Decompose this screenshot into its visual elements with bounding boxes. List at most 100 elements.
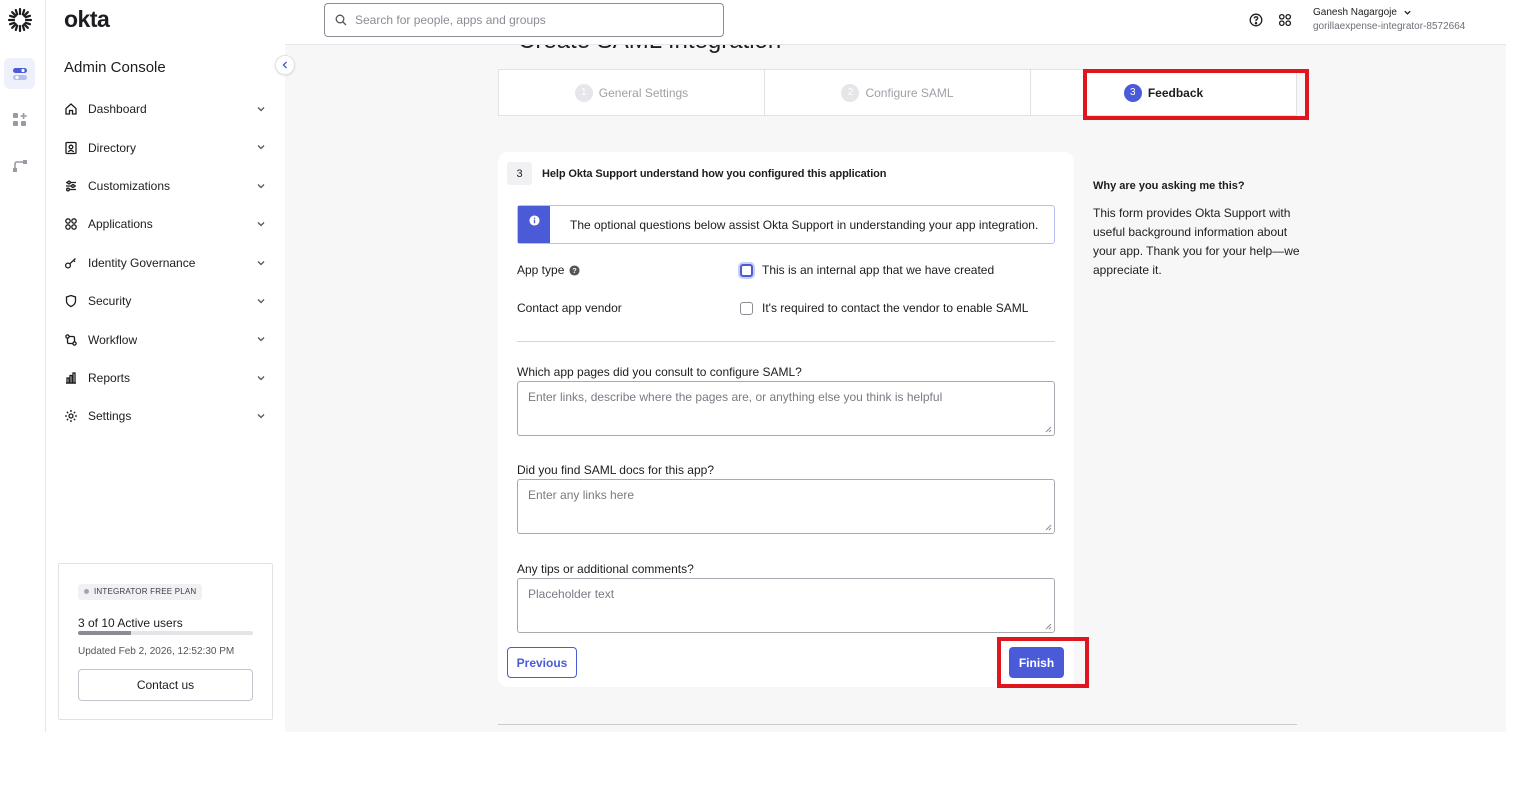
aside-body: This form provides Okta Support with use… [1093,206,1300,277]
grid-plus-icon [12,112,27,126]
shield-icon [64,294,78,308]
console-title: Admin Console [64,59,166,76]
user-org: gorillaexpense-integrator-8572664 [1313,21,1466,32]
nav-item-reports[interactable]: Reports [58,359,274,397]
contact-us-button[interactable]: Contact us [78,669,253,701]
user-menu[interactable]: Ganesh Nagargoje [1313,7,1412,18]
info-text: The optional questions below assist Okta… [570,217,1039,232]
divider [498,724,1297,725]
app-type-label: App type ? [517,263,580,277]
saml-docs-input[interactable] [518,480,1054,533]
divider [517,341,1055,342]
help-icon[interactable]: ? [569,264,580,276]
home-icon [64,102,78,116]
global-search[interactable] [324,3,724,37]
okta-sunburst-logo[interactable] [7,7,33,33]
nav-item-settings[interactable]: Settings [58,397,274,435]
sidebar: okta Admin Console Dashboard Directory C… [46,0,295,732]
admin-console-rail-button[interactable] [4,58,35,89]
wizard-stepper: 1 General Settings 2 Configure SAML 3 Fe… [498,69,1297,116]
nav-label: Applications [88,217,153,232]
step-label: General Settings [598,85,689,100]
checkbox-box[interactable] [740,263,753,277]
section-number: 3 [507,162,532,185]
okta-wordmark[interactable]: okta [64,6,110,33]
resize-grip-icon[interactable] [1045,426,1052,433]
resize-grip-icon[interactable] [1045,623,1052,630]
chevron-down-icon [257,222,265,227]
customizations-icon [64,179,78,193]
resize-grip-icon[interactable] [1045,524,1052,531]
chevron-down-icon [257,145,265,150]
gear-icon [64,409,78,423]
chevron-down-icon [257,183,265,189]
collapse-sidebar-button[interactable] [275,55,295,75]
nav-item-dashboard[interactable]: Dashboard [58,90,274,128]
applications-icon [64,217,78,231]
step-configure-saml[interactable]: 2 Configure SAML [765,70,1031,115]
nav-item-workflow[interactable]: Workflow [58,320,274,358]
plan-card: INTEGRATOR FREE PLAN 3 of 10 Active user… [58,563,273,720]
key-icon [64,256,78,270]
workflow-rail-button[interactable] [4,150,35,181]
search-input[interactable] [355,13,695,27]
comments-input[interactable] [518,579,1054,632]
top-bar: Ganesh Nagargoje gorillaexpense-integrat… [285,0,1506,45]
chevron-down-icon [257,414,265,419]
nav-label: Reports [88,370,131,385]
nav-item-security[interactable]: Security [58,282,274,320]
step-number: 3 [1123,83,1142,102]
checkbox-label: It's required to contact the vendor to e… [762,301,1029,315]
nav-label: Security [88,294,132,309]
app-pages-field[interactable] [517,381,1055,436]
app-pages-label: Which app pages did you consult to confi… [517,365,802,379]
section-title: Help Okta Support understand how you con… [542,167,887,180]
finish-button[interactable]: Finish [1009,647,1064,678]
add-apps-rail-button[interactable] [4,104,35,135]
info-icon [528,215,540,226]
info-callout: The optional questions below assist Okta… [517,205,1055,244]
contact-vendor-checkbox[interactable]: It's required to contact the vendor to e… [740,301,1028,315]
nav-item-directory[interactable]: Directory [58,128,274,166]
step-general-settings[interactable]: 1 General Settings [499,70,765,115]
user-name: Ganesh Nagargoje [1313,7,1397,18]
comments-field[interactable] [517,578,1055,633]
main-nav: Dashboard Directory Customizations Appli… [58,90,274,436]
step-feedback[interactable]: 3 Feedback [1031,70,1296,115]
svg-text:?: ? [573,266,578,275]
checkbox-box[interactable] [740,301,753,315]
checkbox-label: This is an internal app that we have cre… [762,263,995,277]
saml-docs-field[interactable] [517,479,1055,534]
contact-vendor-label: Contact app vendor [517,301,622,315]
active-users-count: 3 of 10 Active users [78,616,183,630]
nav-label: Settings [88,409,132,424]
chevron-down-icon [257,107,265,112]
step-number: 2 [841,83,860,102]
main-content: Ganesh Nagargoje gorillaexpense-integrat… [285,0,1506,732]
nav-item-identity-governance[interactable]: Identity Governance [58,244,274,282]
nav-item-applications[interactable]: Applications [58,205,274,243]
internal-app-checkbox[interactable]: This is an internal app that we have cre… [740,263,994,277]
nav-label: Identity Governance [88,255,196,270]
help-icon[interactable] [1249,13,1263,27]
chevron-down-icon [257,260,265,265]
app-pages-input[interactable] [518,382,1054,435]
chevron-down-icon [257,298,265,304]
chevron-left-icon [282,61,287,69]
app-switcher-icon[interactable] [1278,13,1292,27]
active-users-progress [78,631,253,635]
help-aside: Why are you asking me this? This form pr… [1093,180,1308,280]
section-header: 3 Help Okta Support understand how you c… [507,162,887,185]
step-label: Configure SAML [865,85,954,100]
info-stripe [518,206,550,243]
directory-icon [64,141,78,155]
feedback-form-card: 3 Help Okta Support understand how you c… [498,152,1074,687]
previous-button[interactable]: Previous [507,647,577,678]
saml-docs-label: Did you find SAML docs for this app? [517,463,714,477]
reports-icon [64,371,78,385]
search-icon [335,14,347,26]
nav-item-customizations[interactable]: Customizations [58,167,274,205]
nav-label: Customizations [88,178,171,193]
nav-label: Workflow [88,332,138,347]
aside-title: Why are you asking me this? [1093,180,1245,192]
